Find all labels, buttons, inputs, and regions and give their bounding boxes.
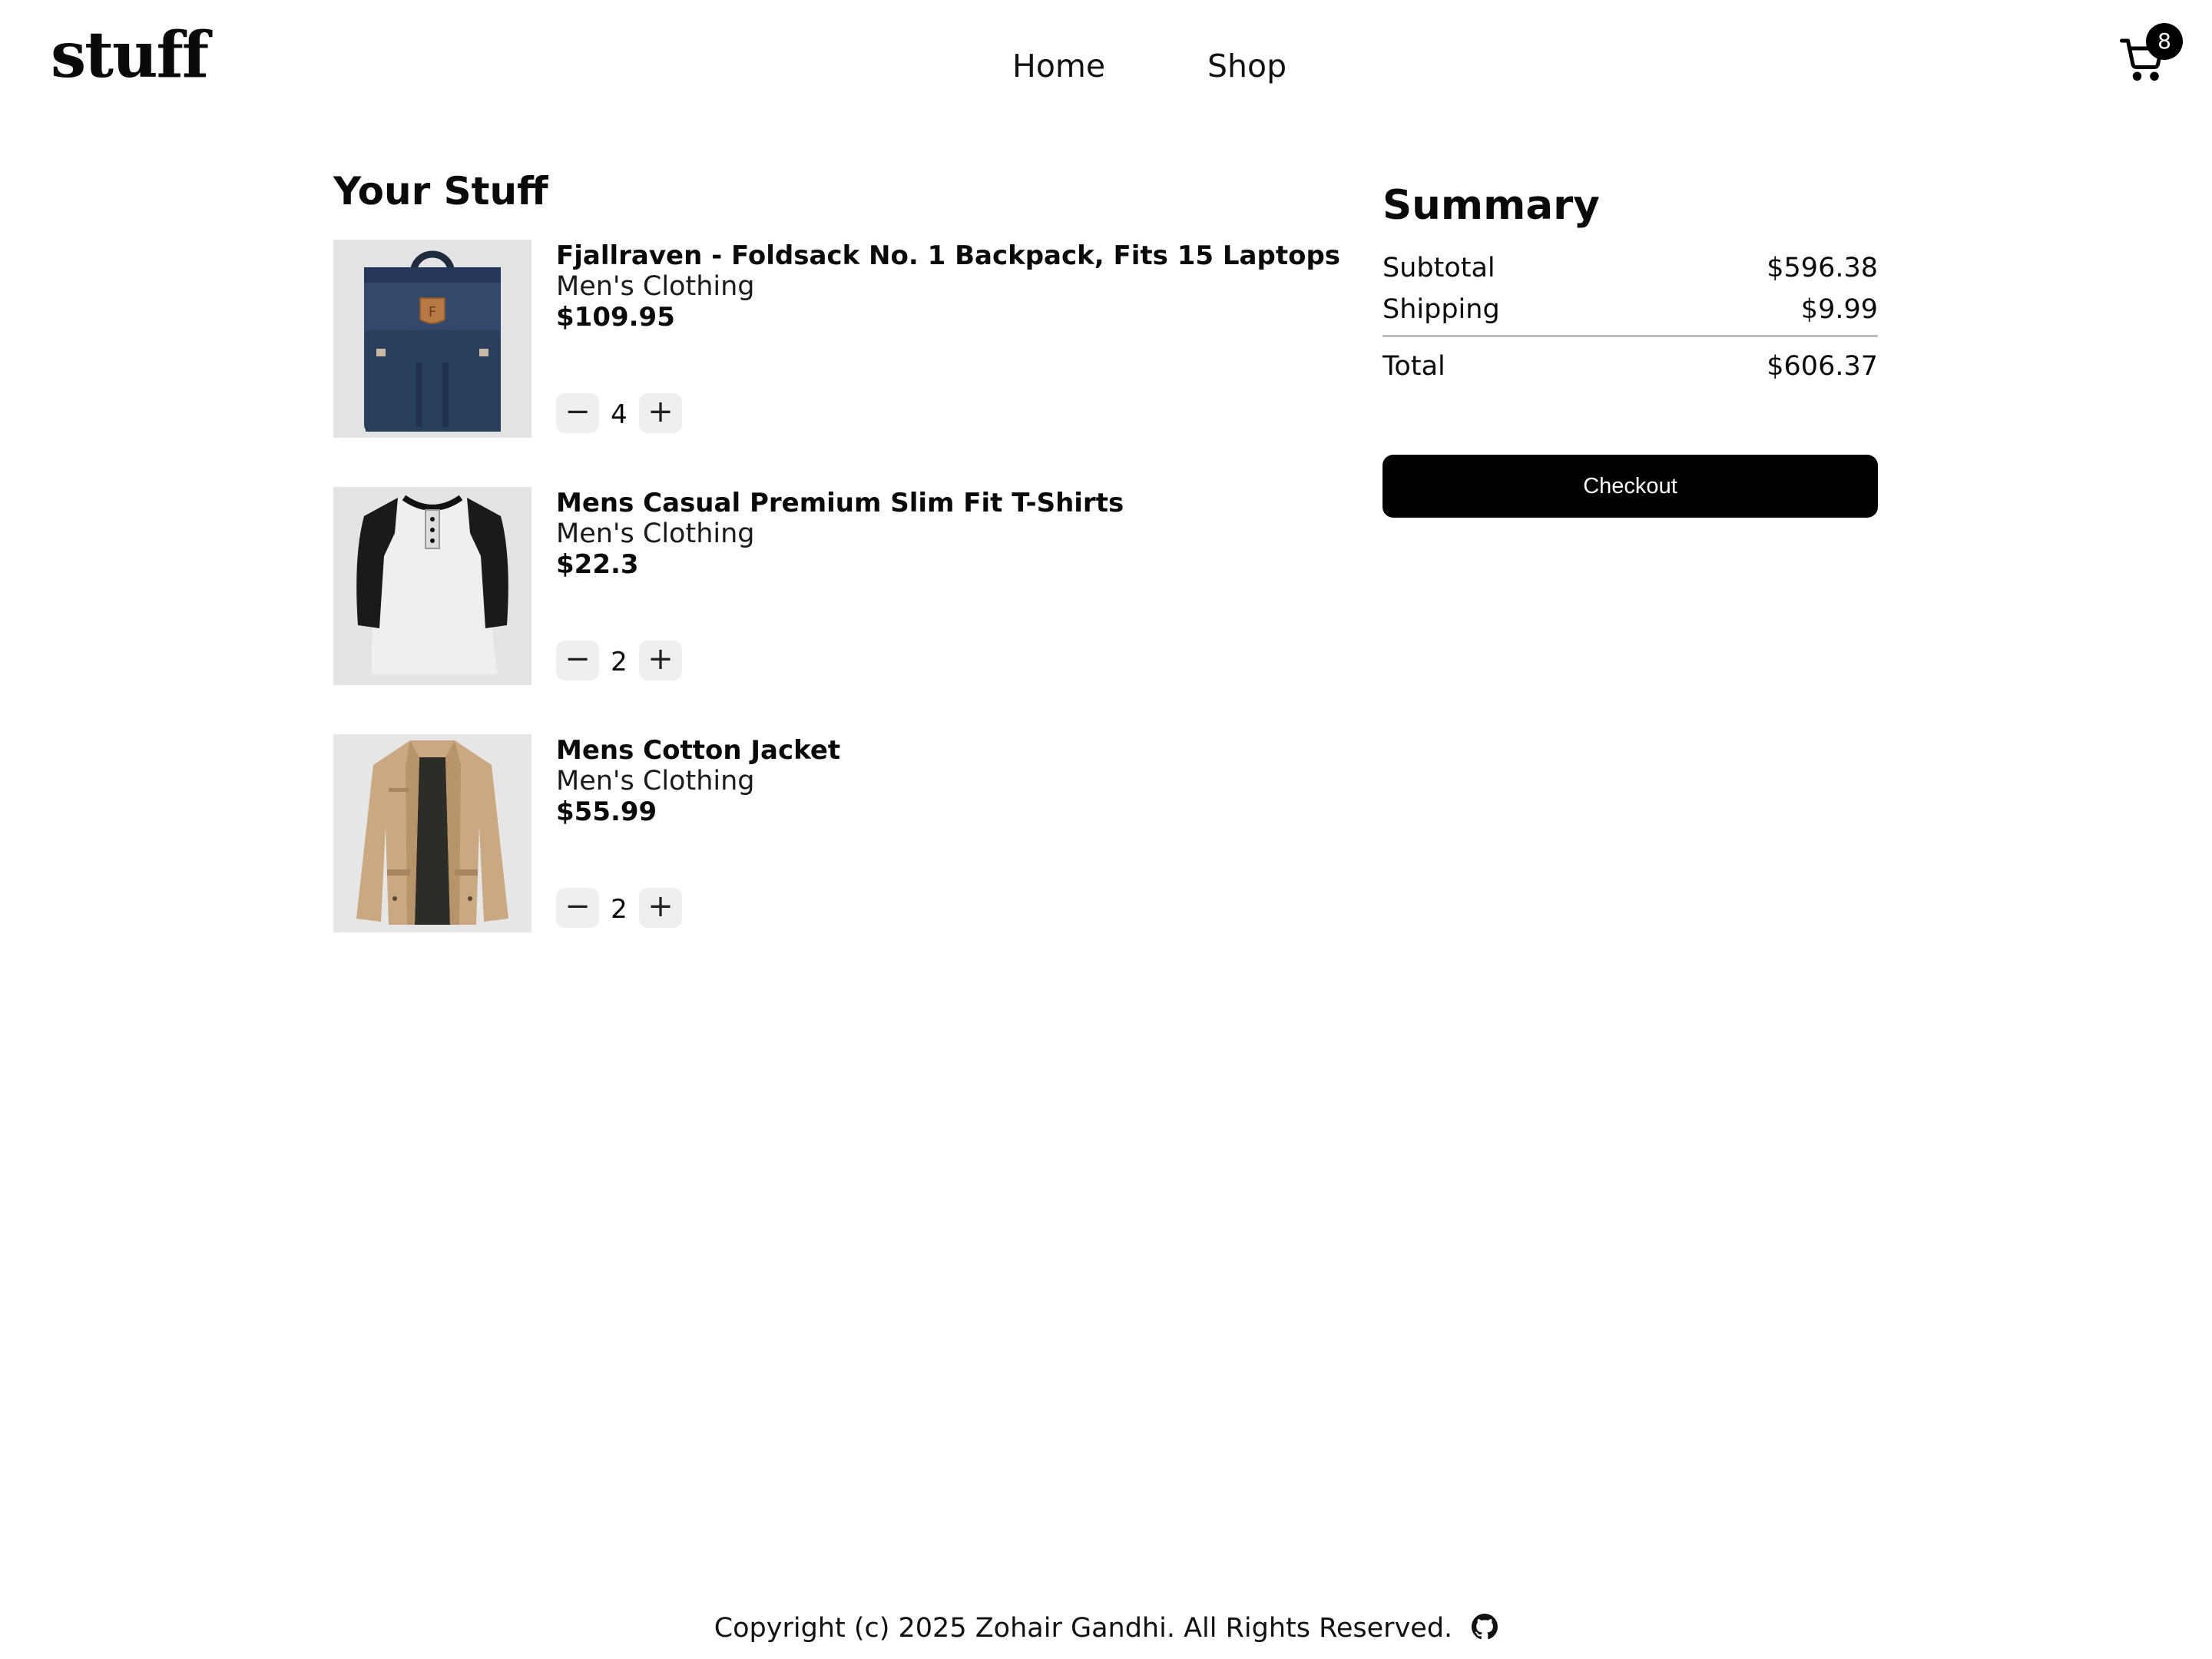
- cart-item: F Fjallraven - Foldsack No. 1 Backpack, …: [333, 240, 1340, 438]
- quantity-value: 2: [611, 647, 628, 677]
- github-icon[interactable]: [1472, 1614, 1498, 1640]
- summary-divider: [1382, 335, 1878, 337]
- nav-shop-link[interactable]: Shop: [1207, 43, 1286, 89]
- increase-quantity-button[interactable]: +: [639, 888, 682, 928]
- quantity-value: 4: [611, 399, 628, 430]
- summary-title: Summary: [1382, 182, 1600, 229]
- main-nav: Home Shop: [0, 43, 2212, 89]
- total-label: Total: [1382, 351, 1445, 382]
- product-image-shirt: [333, 487, 531, 685]
- page: stuff Home Shop 8 Your Stuff F Fjallrave…: [0, 0, 2212, 1659]
- cart-item: Mens Cotton Jacket Men's Clothing $55.99…: [333, 734, 1332, 932]
- cart-item: Mens Casual Premium Slim Fit T-Shirts Me…: [333, 487, 1332, 685]
- total-row: Total $606.37: [1382, 347, 1878, 386]
- increase-quantity-button[interactable]: +: [639, 393, 682, 433]
- nav-home-link[interactable]: Home: [1012, 43, 1105, 89]
- cart-count-badge: 8: [2146, 23, 2183, 60]
- item-price: $109.95: [556, 302, 675, 333]
- checkout-button[interactable]: Checkout: [1382, 455, 1878, 518]
- product-image-jacket: [333, 734, 531, 932]
- svg-text:F: F: [429, 304, 436, 320]
- item-info: Mens Cotton Jacket Men's Clothing $55.99: [556, 734, 840, 828]
- subtotal-row: Subtotal $596.38: [1382, 249, 1878, 287]
- increase-quantity-button[interactable]: +: [639, 641, 682, 680]
- item-info: Mens Casual Premium Slim Fit T-Shirts Me…: [556, 487, 1124, 581]
- shipping-label: Shipping: [1382, 294, 1500, 325]
- decrease-quantity-button[interactable]: −: [556, 393, 599, 433]
- quantity-value: 2: [611, 894, 628, 925]
- order-summary: Summary Subtotal $596.38 Shipping $9.99 …: [1382, 175, 1878, 518]
- item-category: Men's Clothing: [556, 518, 755, 549]
- item-title[interactable]: Mens Cotton Jacket: [556, 734, 840, 767]
- shipping-row: Shipping $9.99: [1382, 290, 1878, 329]
- decrease-quantity-button[interactable]: −: [556, 641, 599, 680]
- product-image-backpack: F: [333, 240, 531, 438]
- total-value: $606.37: [1767, 351, 1878, 382]
- subtotal-value: $596.38: [1767, 253, 1878, 283]
- subtotal-label: Subtotal: [1382, 253, 1495, 283]
- item-category: Men's Clothing: [556, 766, 755, 796]
- cart-heading: Your Stuff: [333, 169, 548, 214]
- item-category: Men's Clothing: [556, 271, 755, 302]
- decrease-quantity-button[interactable]: −: [556, 888, 599, 928]
- item-price: $55.99: [556, 796, 657, 827]
- copyright-text: Copyright (c) 2025 Zohair Gandhi. All Ri…: [714, 1613, 1453, 1644]
- shipping-value: $9.99: [1800, 294, 1878, 325]
- footer: Copyright (c) 2025 Zohair Gandhi. All Ri…: [0, 1605, 2212, 1651]
- item-price: $22.3: [556, 549, 639, 580]
- item-info: Fjallraven - Foldsack No. 1 Backpack, Fi…: [556, 240, 1340, 333]
- item-title[interactable]: Mens Casual Premium Slim Fit T-Shirts: [556, 487, 1124, 519]
- item-title[interactable]: Fjallraven - Foldsack No. 1 Backpack, Fi…: [556, 240, 1340, 272]
- cart-button[interactable]: 8: [2120, 23, 2183, 83]
